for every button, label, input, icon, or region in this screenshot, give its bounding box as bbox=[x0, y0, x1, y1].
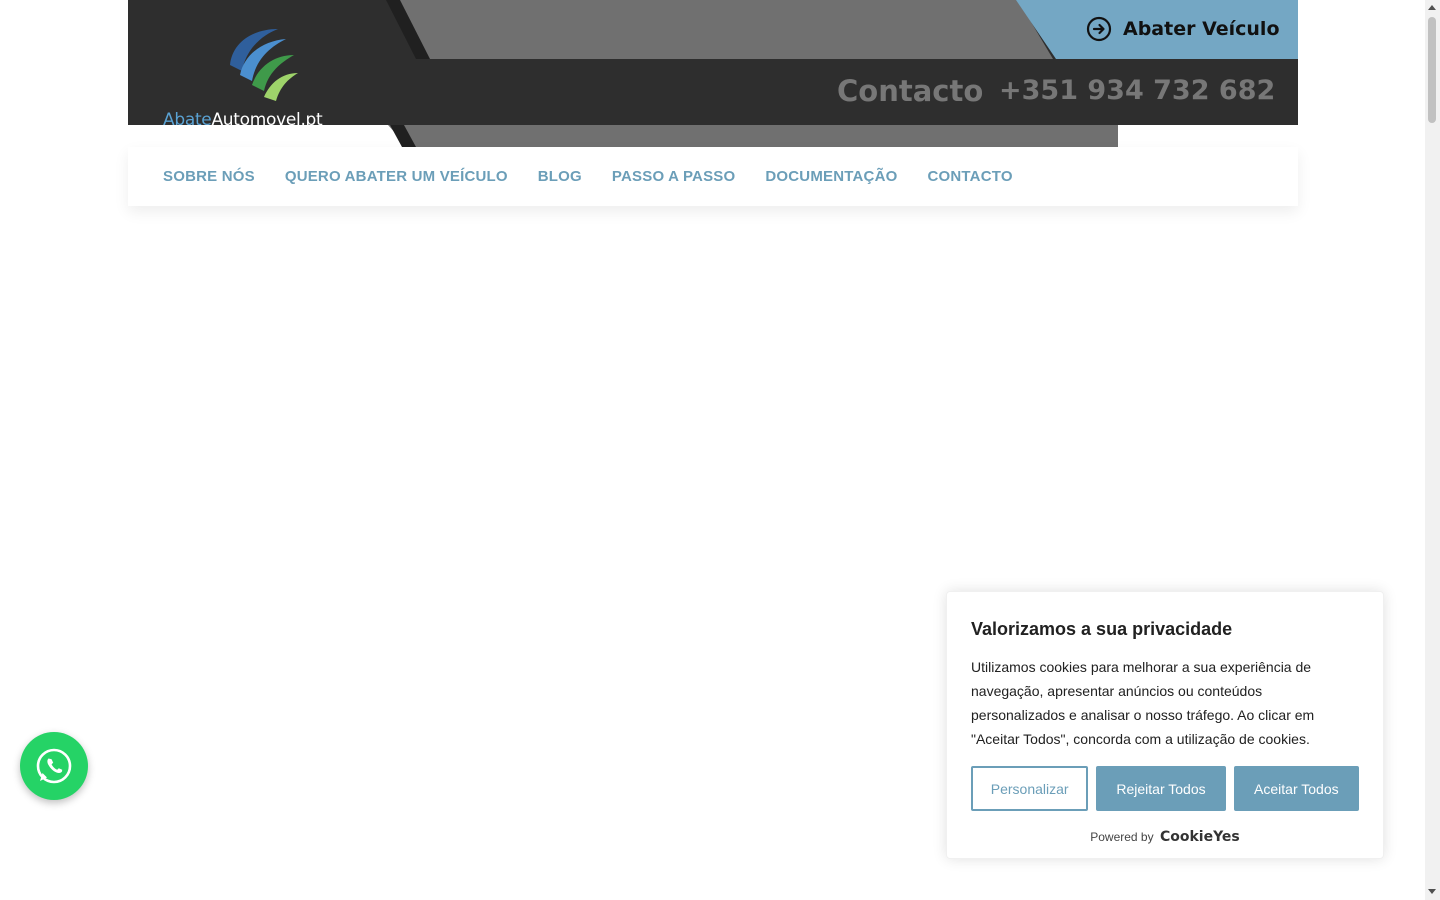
site-header: AbateAutomovel.pt Abater Veículo Contact… bbox=[128, 0, 1298, 147]
powered-by-label: Powered by bbox=[1090, 830, 1154, 844]
cookieyes-logo[interactable]: CookieYes bbox=[1160, 829, 1240, 845]
whatsapp-button[interactable] bbox=[20, 732, 88, 800]
abater-veiculo-label: Abater Veículo bbox=[1123, 18, 1280, 40]
arrow-circle-right-icon bbox=[1086, 16, 1112, 42]
nav-item-sobre-nos[interactable]: SOBRE NÓS bbox=[163, 168, 255, 185]
cookie-title: Valorizamos a sua privacidade bbox=[971, 619, 1233, 639]
accept-all-button[interactable]: Aceitar Todos bbox=[1233, 766, 1359, 811]
logo-text-abate: Abate bbox=[163, 110, 212, 130]
contact-label: Contacto bbox=[837, 74, 984, 108]
nav-item-passo-a-passo[interactable]: PASSO A PASSO bbox=[612, 168, 735, 185]
nav-item-documentacao[interactable]: DOCUMENTAÇÃO bbox=[765, 168, 897, 185]
cookie-consent-banner: Valorizamos a sua privacidade Utilizamos… bbox=[946, 591, 1384, 859]
page-scrollbar[interactable] bbox=[1425, 0, 1440, 900]
scroll-down-arrow-icon[interactable] bbox=[1428, 889, 1436, 894]
cookie-description: Utilizamos cookies para melhorar a sua e… bbox=[971, 659, 1315, 747]
scroll-up-arrow-icon[interactable] bbox=[1428, 5, 1436, 10]
nav-item-contacto[interactable]: CONTACTO bbox=[928, 168, 1013, 185]
abater-veiculo-button[interactable]: Abater Veículo bbox=[1086, 13, 1280, 45]
customize-button[interactable]: Personalizar bbox=[971, 766, 1089, 811]
whatsapp-icon bbox=[36, 748, 72, 784]
scroll-thumb[interactable] bbox=[1428, 17, 1436, 123]
main-navigation: SOBRE NÓS QUERO ABATER UM VEÍCULO BLOG P… bbox=[128, 147, 1298, 206]
cookie-powered-by: Powered by CookieYes bbox=[947, 829, 1383, 845]
logo-wordmark: AbateAutomovel.pt bbox=[163, 110, 323, 130]
globe-swoosh-logo-icon bbox=[230, 29, 298, 101]
cookie-button-group: Personalizar Rejeitar Todos Aceitar Todo… bbox=[971, 766, 1359, 811]
nav-item-quero-abater[interactable]: QUERO ABATER UM VEÍCULO bbox=[285, 168, 508, 185]
site-logo[interactable]: AbateAutomovel.pt bbox=[163, 25, 363, 135]
contact-phone-link[interactable]: +351 934 732 682 bbox=[999, 75, 1275, 106]
logo-text-automovel: Automovel.pt bbox=[211, 110, 323, 130]
nav-item-blog[interactable]: BLOG bbox=[538, 168, 582, 185]
reject-all-button[interactable]: Rejeitar Todos bbox=[1096, 766, 1226, 811]
